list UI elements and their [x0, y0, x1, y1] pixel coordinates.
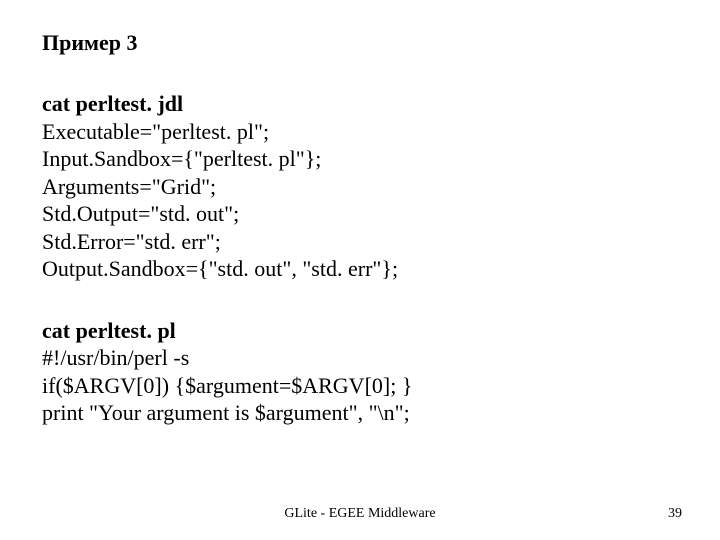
- footer-text: GLite - EGEE Middleware: [0, 506, 720, 522]
- block2-line: #!/usr/bin/perl -s: [42, 344, 678, 372]
- block1-line: Executable="perltest. pl";: [42, 118, 678, 146]
- page-number: 39: [668, 506, 682, 522]
- block1-heading: cat perltest. jdl: [42, 90, 678, 118]
- block2-line: print "Your argument is $argument", "\n"…: [42, 399, 678, 427]
- block1-line: Arguments="Grid";: [42, 173, 678, 201]
- block1-line: Std.Output="std. out";: [42, 200, 678, 228]
- block2-line: if($ARGV[0]) {$argument=$ARGV[0]; }: [42, 372, 678, 400]
- block2-heading: cat perltest. pl: [42, 317, 678, 345]
- code-block-1: cat perltest. jdl Executable="perltest. …: [42, 90, 678, 283]
- slide-title: Пример 3: [42, 30, 678, 56]
- block1-line: Input.Sandbox={"perltest. pl"};: [42, 145, 678, 173]
- block1-line: Output.Sandbox={"std. out", "std. err"};: [42, 255, 678, 283]
- code-block-2: cat perltest. pl #!/usr/bin/perl -s if($…: [42, 317, 678, 427]
- block1-line: Std.Error="std. err";: [42, 228, 678, 256]
